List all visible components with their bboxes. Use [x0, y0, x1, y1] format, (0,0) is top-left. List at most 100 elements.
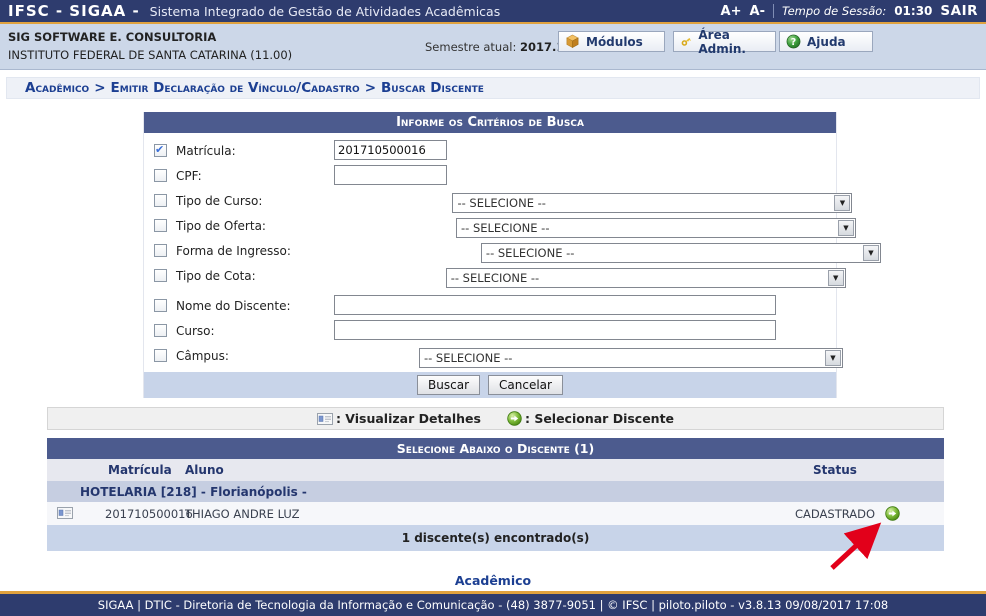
subheader-bar: SIG SOFTWARE E. CONSULTORIA INSTITUTO FE…	[0, 24, 986, 70]
nome-discente-label: Nome do Discente:	[176, 299, 291, 313]
cpf-checkbox[interactable]	[154, 169, 167, 182]
status-badge: CADASTRADO	[795, 507, 875, 521]
tipo-cota-select-value: -- SELECIONE --	[451, 271, 540, 285]
campus-select[interactable]: -- SELECIONE -- ▼	[419, 348, 843, 368]
tipo-oferta-label: Tipo de Oferta:	[176, 219, 266, 233]
tipo-oferta-checkbox[interactable]	[154, 219, 167, 232]
column-matricula: Matrícula	[108, 463, 172, 477]
forma-ingresso-select[interactable]: -- SELECIONE -- ▼	[481, 243, 881, 263]
breadcrumb-separator: >	[94, 80, 105, 96]
matricula-input[interactable]	[334, 140, 447, 160]
curso-label: Curso:	[176, 324, 215, 338]
chevron-down-icon: ▼	[828, 270, 844, 286]
breadcrumb-separator: >	[365, 80, 376, 96]
campus-checkbox[interactable]	[154, 349, 167, 362]
admin-area-button[interactable]: Área Admin.	[673, 31, 776, 52]
chevron-down-icon: ▼	[825, 350, 841, 366]
search-criteria-panel: Informe os Critérios de Busca Matrícula:…	[143, 112, 837, 398]
column-aluno: Aluno	[185, 463, 224, 477]
campus-select-value: -- SELECIONE --	[424, 351, 513, 365]
row-matricula: 201710500016	[105, 507, 193, 521]
cpf-input[interactable]	[334, 165, 447, 185]
font-increase-button[interactable]: A+	[721, 4, 742, 19]
field-row-tipo-oferta: Tipo de Oferta: -- SELECIONE -- ▼	[144, 213, 836, 238]
chevron-down-icon: ▼	[834, 195, 850, 211]
page-footer: SIGAA | DTIC - Diretoria de Tecnologia d…	[0, 591, 986, 616]
cancelar-button[interactable]: Cancelar	[488, 375, 563, 395]
curso-checkbox[interactable]	[154, 324, 167, 337]
go-arrow-icon	[885, 506, 900, 521]
academico-module-link[interactable]: Acadêmico	[0, 573, 986, 588]
key-icon	[680, 34, 692, 49]
divider	[773, 4, 774, 18]
course-group-row: HOTELARIA [218] - Florianópolis -	[47, 481, 944, 502]
field-row-matricula: Matrícula:	[144, 138, 836, 163]
field-row-forma-ingresso: Forma de Ingresso: -- SELECIONE -- ▼	[144, 238, 836, 263]
icon-legend-bar: : Visualizar Detalhes : Selecionar Disce…	[47, 407, 944, 430]
go-arrow-icon	[507, 411, 522, 426]
tipo-curso-select[interactable]: -- SELECIONE -- ▼	[452, 193, 852, 213]
breadcrumb: Acadêmico > Emitir Declaração de Vínculo…	[6, 77, 980, 99]
tipo-curso-checkbox[interactable]	[154, 194, 167, 207]
top-bar-right: A+ A- Tempo de Sessão: 01:30 SAIR	[721, 3, 978, 19]
id-card-icon	[317, 413, 333, 425]
results-table: Selecione Abaixo o Discente (1) Matrícul…	[47, 438, 944, 551]
tipo-oferta-select-value: -- SELECIONE --	[461, 221, 550, 235]
field-row-tipo-curso: Tipo de Curso: -- SELECIONE -- ▼	[144, 188, 836, 213]
logout-button[interactable]: SAIR	[940, 3, 978, 19]
nome-discente-checkbox[interactable]	[154, 299, 167, 312]
session-timer-value: 01:30	[894, 4, 932, 18]
buscar-button[interactable]: Buscar	[417, 375, 480, 395]
field-row-cpf: CPF:	[144, 163, 836, 188]
brand-logo: IFSC - SIGAA -	[8, 2, 140, 20]
matricula-checkbox[interactable]	[154, 144, 167, 157]
results-table-title: Selecione Abaixo o Discente (1)	[47, 438, 944, 459]
svg-text:?: ?	[791, 37, 796, 48]
forma-ingresso-select-value: -- SELECIONE --	[486, 246, 575, 260]
app-title: Sistema Integrado de Gestão de Atividade…	[150, 4, 501, 19]
tipo-curso-label: Tipo de Curso:	[176, 194, 262, 208]
chevron-down-icon: ▼	[838, 220, 854, 236]
field-row-nome-discente: Nome do Discente:	[144, 293, 836, 318]
row-aluno: THIAGO ANDRE LUZ	[185, 507, 300, 521]
help-button-label: Ajuda	[807, 35, 846, 49]
legend-selecionar-label: : Selecionar Discente	[525, 411, 674, 426]
column-status: Status	[813, 463, 857, 477]
curso-input[interactable]	[334, 320, 776, 340]
id-card-icon	[57, 507, 73, 519]
legend-visualizar: : Visualizar Detalhes	[317, 411, 481, 426]
modules-button[interactable]: Módulos	[558, 31, 665, 52]
tipo-cota-checkbox[interactable]	[154, 269, 167, 282]
results-summary: 1 discente(s) encontrado(s)	[47, 525, 944, 551]
search-panel-body: Matrícula: CPF: Tipo de Curso: -- SELECI…	[144, 133, 836, 372]
forma-ingresso-label: Forma de Ingresso:	[176, 244, 291, 258]
tipo-curso-select-value: -- SELECIONE --	[457, 196, 546, 210]
question-icon: ?	[786, 34, 801, 49]
table-row[interactable]: 201710500016 THIAGO ANDRE LUZ CADASTRADO	[47, 502, 944, 525]
cube-icon	[565, 34, 580, 49]
chevron-down-icon: ▼	[863, 245, 879, 261]
breadcrumb-buscar-discente[interactable]: Buscar Discente	[381, 80, 484, 96]
legend-selecionar: : Selecionar Discente	[507, 411, 674, 426]
legend-visualizar-label: : Visualizar Detalhes	[336, 411, 481, 426]
current-semester: Semestre atual: 2017.1	[425, 40, 564, 54]
breadcrumb-academico[interactable]: Acadêmico	[25, 80, 89, 96]
tipo-oferta-select[interactable]: -- SELECIONE -- ▼	[456, 218, 856, 238]
selecionar-discente-button[interactable]	[885, 506, 900, 524]
tipo-cota-select[interactable]: -- SELECIONE -- ▼	[446, 268, 846, 288]
cpf-label: CPF:	[176, 169, 202, 183]
footer-info: SIGAA | DTIC - Diretoria de Tecnologia d…	[0, 594, 986, 616]
semester-label: Semestre atual:	[425, 40, 516, 54]
admin-area-button-label: Área Admin.	[698, 28, 767, 56]
field-row-campus: Câmpus: -- SELECIONE -- ▼	[144, 343, 836, 368]
visualizar-detalhes-button[interactable]	[57, 507, 73, 522]
tipo-cota-label: Tipo de Cota:	[176, 269, 256, 283]
modules-button-label: Módulos	[586, 35, 643, 49]
search-panel-title: Informe os Critérios de Busca	[144, 112, 836, 133]
forma-ingresso-checkbox[interactable]	[154, 244, 167, 257]
field-row-curso: Curso:	[144, 318, 836, 343]
help-button[interactable]: ? Ajuda	[779, 31, 873, 52]
font-decrease-button[interactable]: A-	[750, 4, 765, 19]
breadcrumb-emitir-declaracao[interactable]: Emitir Declaração de Vínculo/Cadastro	[111, 80, 360, 96]
nome-discente-input[interactable]	[334, 295, 776, 315]
